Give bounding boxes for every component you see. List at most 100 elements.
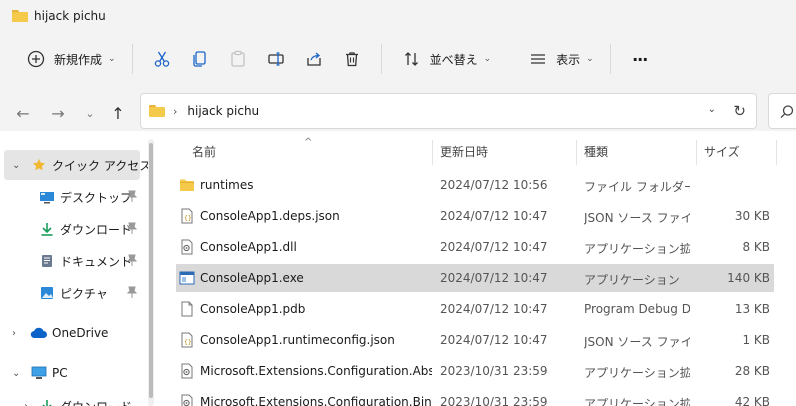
- sidebar-item-quick-access[interactable]: ⌄ クイック アクセス: [4, 150, 151, 180]
- file-row[interactable]: ConsoleApp1.dll 2024/07/12 10:47 アプリケーション拡…: [176, 233, 774, 261]
- file-date-modified: 2024/07/12 10:47: [440, 240, 548, 254]
- file-row[interactable]: runtimes 2024/07/12 10:56 ファイル フォルダー: [176, 171, 774, 199]
- file-size: 1 KB: [742, 333, 770, 347]
- plus-circle-icon: [22, 45, 50, 73]
- file-size: 8 KB: [742, 240, 770, 254]
- column-header-name[interactable]: 名前: [192, 143, 216, 160]
- clipboard-icon: [224, 45, 252, 73]
- json-file-icon: {}: [179, 208, 195, 224]
- copy-button[interactable]: [181, 42, 219, 76]
- window-title: hijack pichu: [34, 9, 106, 23]
- pin-icon[interactable]: [126, 190, 138, 205]
- file-type: JSON ソース ファイル: [584, 211, 690, 225]
- sidebar-item-label: ピクチャ: [60, 286, 108, 301]
- sidebar-item-pc[interactable]: ⌄ PC: [4, 358, 140, 388]
- file-row[interactable]: Microsoft.Extensions.Configuration.Abstr…: [176, 357, 774, 385]
- column-divider[interactable]: [776, 140, 777, 165]
- view-button-label: 表示: [556, 52, 581, 67]
- column-divider[interactable]: [576, 140, 577, 165]
- file-date-modified: 2024/07/12 10:47: [440, 333, 548, 347]
- computer-icon: [30, 365, 48, 381]
- file-name: runtimes: [200, 178, 254, 192]
- file-list: ^ 名前 更新日時 種類 サイズ runtimes 2024/07/12 10:5…: [176, 131, 796, 406]
- chevron-down-icon[interactable]: ⌄: [12, 368, 20, 379]
- toolbar-divider: [380, 44, 382, 74]
- up-button[interactable]: ↑: [106, 101, 130, 125]
- sidebar-item-pictures[interactable]: ピクチャ: [4, 278, 140, 308]
- trash-icon: [338, 45, 366, 73]
- sidebar-item-onedrive[interactable]: › OneDrive: [4, 318, 140, 348]
- svg-text:{}: {}: [184, 215, 192, 222]
- new-button[interactable]: 新規作成 ⌄: [16, 42, 122, 76]
- cut-button[interactable]: [143, 42, 181, 76]
- navigation-pane: ⌄ クイック アクセス デスクトップ ダウンロード ドキュメント ピクチャ › …: [0, 131, 151, 406]
- column-header-size[interactable]: サイズ: [704, 143, 740, 160]
- navigation-pane-scrollbar[interactable]: [148, 139, 154, 406]
- blank-file-icon: [179, 301, 195, 317]
- file-size: 30 KB: [734, 209, 770, 223]
- sidebar-item-label: ドキュメント: [60, 254, 133, 269]
- sidebar-item-documents[interactable]: ドキュメント: [4, 246, 140, 276]
- search-input[interactable]: [768, 93, 796, 129]
- file-type: Program Debug D...: [584, 302, 690, 316]
- pin-icon[interactable]: [126, 286, 138, 301]
- command-bar: 新規作成 ⌄ 並べ替え ⌄ 表示 ⌄ ···: [0, 38, 796, 80]
- star-icon: [30, 157, 48, 173]
- paste-button[interactable]: [219, 42, 257, 76]
- scrollbar-thumb[interactable]: [149, 143, 153, 398]
- file-size: 28 KB: [734, 364, 770, 378]
- sidebar-item-label: PC: [52, 366, 68, 380]
- chevron-down-icon[interactable]: ⌄: [12, 160, 20, 171]
- content-area: ⌄ クイック アクセス デスクトップ ダウンロード ドキュメント ピクチャ › …: [0, 131, 796, 406]
- desktop-icon: [38, 189, 56, 205]
- share-button[interactable]: [295, 42, 333, 76]
- file-date-modified: 2024/07/12 10:56: [440, 178, 548, 192]
- address-bar[interactable]: › hijack pichu ⌄ ↻: [140, 93, 757, 129]
- file-size: 140 KB: [727, 271, 770, 285]
- back-button[interactable]: ←: [11, 101, 35, 125]
- new-button-label: 新規作成: [54, 52, 103, 67]
- delete-button[interactable]: [333, 42, 371, 76]
- pin-icon[interactable]: [126, 222, 138, 237]
- document-icon: [38, 253, 56, 269]
- sort-ascending-icon: ^: [304, 137, 313, 148]
- file-row[interactable]: ConsoleApp1.pdb 2024/07/12 10:47 Program D…: [176, 295, 774, 323]
- chevron-right-icon[interactable]: ›: [24, 401, 28, 406]
- breadcrumb-current[interactable]: hijack pichu: [187, 104, 259, 118]
- view-button[interactable]: 表示 ⌄: [518, 42, 600, 76]
- column-header-type[interactable]: 種類: [584, 143, 608, 160]
- dll-file-icon: [179, 239, 195, 255]
- file-type: アプリケーション拡張: [584, 366, 690, 380]
- column-divider[interactable]: [432, 140, 433, 165]
- forward-button[interactable]: →: [46, 101, 70, 125]
- pin-icon[interactable]: [126, 254, 138, 269]
- recent-locations-button[interactable]: ⌄: [78, 101, 102, 125]
- column-divider[interactable]: [696, 140, 697, 165]
- sort-button[interactable]: 並べ替え ⌄: [392, 42, 498, 76]
- file-size: 13 KB: [734, 302, 770, 316]
- sidebar-item-downloads[interactable]: ダウンロード: [4, 214, 140, 244]
- file-row[interactable]: {} ConsoleApp1.deps.json 2024/07/12 10:47 J…: [176, 202, 774, 230]
- file-name: ConsoleApp1.runtimeconfig.json: [200, 333, 395, 347]
- breadcrumb-separator: ›: [173, 104, 178, 118]
- column-header-date[interactable]: 更新日時: [440, 143, 488, 160]
- file-date-modified: 2023/10/31 23:59: [440, 364, 548, 378]
- folder-icon: [12, 10, 28, 22]
- file-row[interactable]: ConsoleApp1.exe 2024/07/12 10:47 アプリケーション 1…: [176, 264, 774, 292]
- more-options-button[interactable]: ···: [621, 42, 659, 76]
- rename-button[interactable]: [257, 42, 295, 76]
- chevron-down-icon: ⌄: [483, 54, 492, 64]
- file-name: Microsoft.Extensions.Configuration.Abstr…: [200, 364, 432, 378]
- file-date-modified: 2024/07/12 10:47: [440, 271, 548, 285]
- file-row[interactable]: Microsoft.Extensions.Configuration.Bind.…: [176, 388, 774, 406]
- download-icon: [38, 221, 56, 237]
- address-dropdown-icon[interactable]: ⌄: [708, 104, 716, 115]
- dll-file-icon: [179, 363, 195, 379]
- sidebar-item-pc-downloads[interactable]: › ダウンロード: [4, 391, 140, 406]
- json-file-icon: {}: [179, 332, 195, 348]
- sidebar-item-desktop[interactable]: デスクトップ: [4, 182, 140, 212]
- refresh-icon[interactable]: ↻: [733, 102, 746, 120]
- chevron-right-icon[interactable]: ›: [12, 328, 16, 339]
- rename-icon: [262, 45, 290, 73]
- file-row[interactable]: {} ConsoleApp1.runtimeconfig.json 2024/07/…: [176, 326, 774, 354]
